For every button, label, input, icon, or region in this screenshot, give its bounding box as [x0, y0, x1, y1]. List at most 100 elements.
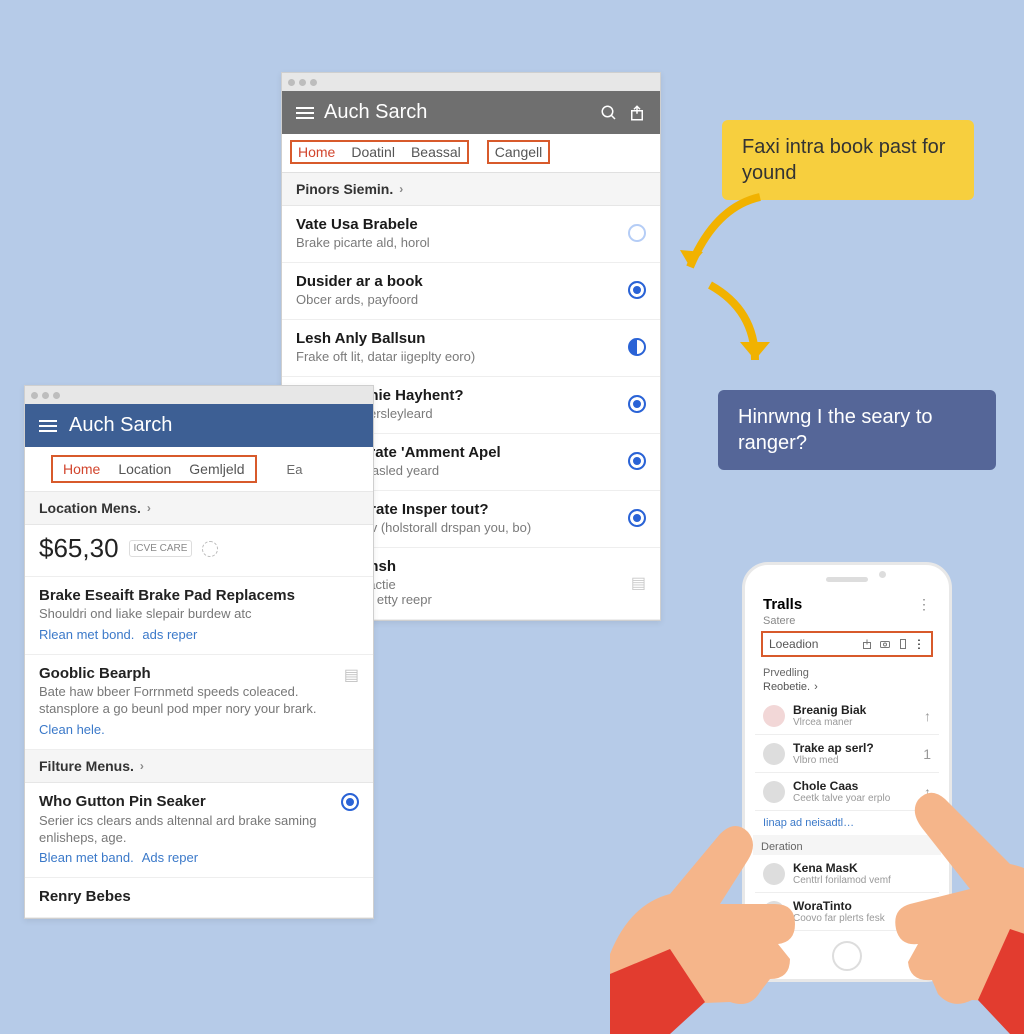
section-header[interactable]: Pinors Siemin. › [282, 173, 660, 206]
chevron-right-icon: › [147, 501, 151, 515]
price-badge: ICVE CARE [129, 540, 193, 557]
tab-location[interactable]: Location [118, 461, 171, 477]
hand-illustration [610, 774, 830, 1034]
tab-two[interactable]: Doatinl [351, 144, 395, 160]
bookmark-icon[interactable] [897, 638, 909, 650]
more-icon[interactable]: ⋮ [917, 596, 931, 613]
card-links: Clean hele. [39, 722, 359, 737]
phone-list-header[interactable]: Reobetie. › [755, 681, 939, 697]
card-desc: Serier ics clears ands altennal ard brak… [39, 813, 359, 847]
callout-yellow: Faxi intra book past for yound [722, 120, 974, 200]
search-icon[interactable] [600, 104, 618, 122]
list-item[interactable]: Dusider ar a book Obcer ards, payfoord [282, 263, 660, 320]
app-title: Auch Sarch [69, 414, 359, 437]
result-card: Who Gutton Pin Seaker Serier ics clears … [25, 783, 373, 879]
card-link[interactable]: Ads reper [142, 850, 198, 865]
tab-highlight-single: Cangell [487, 140, 550, 164]
price-row: $65,30 ICVE CARE [25, 525, 373, 577]
location-row[interactable]: Loeadion ⋮ [761, 631, 933, 657]
tab-bar: Home Doatinl Beassal Cangell [282, 134, 660, 173]
item-name: Breanig Biak [793, 703, 924, 717]
traffic-dot [42, 392, 49, 399]
phone-title: Tralls [763, 596, 917, 613]
item-subtitle: Frake oft lit, datar iigeplty eoro) [296, 349, 628, 364]
titlebar [282, 73, 660, 91]
item-title: Vate Usa Brabele [296, 216, 628, 233]
home-button[interactable] [832, 941, 862, 971]
section-header[interactable]: Location Mens. › [25, 492, 373, 525]
menu-icon[interactable] [39, 420, 57, 432]
card-title: Gooblic Bearph [39, 665, 359, 682]
menu-icon[interactable] [296, 107, 314, 119]
card-link[interactable]: Clean hele. [39, 722, 105, 737]
toolbar: Auch Sarch [25, 404, 373, 447]
radio-button[interactable] [341, 793, 359, 811]
item-name: Trake ap serl? [793, 741, 923, 755]
item-subtitle: Brake picarte ald, horol [296, 235, 628, 250]
list-item[interactable]: Lesh Anly BallsunFrake oft lit, datar ii… [282, 320, 660, 377]
tab-bar: Home Location Gemljeld Ea [25, 447, 373, 492]
tab-home[interactable]: Home [63, 461, 100, 477]
phone-list-item[interactable]: Breanig BiakVlrcea maner↑ [755, 697, 939, 735]
info-icon[interactable] [202, 541, 218, 557]
traffic-dot [53, 392, 60, 399]
traffic-dot [31, 392, 38, 399]
toolbar: Auch Sarch [282, 91, 660, 134]
card-title: Renry Bebes [39, 888, 359, 905]
item-subtitle: Obcer ards, payfoord [296, 292, 628, 307]
result-card: Renry Bebes [25, 878, 373, 918]
radio-button[interactable] [628, 509, 646, 527]
card-links: Blean met band. Ads reper [39, 850, 359, 865]
phone-header: Tralls ⋮ [755, 582, 939, 615]
app-title: Auch Sarch [324, 101, 590, 124]
radio-button[interactable] [628, 395, 646, 413]
callout-blue: Hinrwng I the seary to ranger? [718, 390, 996, 470]
section-title: Pinors Siemin. [296, 181, 393, 197]
radio-button[interactable] [628, 338, 646, 356]
phone-section: Prvedling [755, 661, 939, 681]
location-label: Loeadion [769, 637, 855, 651]
camera-icon[interactable] [879, 638, 891, 650]
more-icon[interactable]: ⋮ [913, 637, 925, 651]
avatar [763, 705, 785, 727]
section-title: Location Mens. [39, 500, 141, 516]
radio-button[interactable] [628, 224, 646, 242]
radio-button[interactable] [628, 452, 646, 470]
card-desc: Shouldri ond liake slepair burdew atc [39, 606, 359, 623]
tab-extra[interactable]: Ea [287, 462, 303, 477]
tab-home[interactable]: Home [298, 144, 335, 160]
document-icon[interactable]: ▤ [631, 573, 646, 593]
arrow-icon [700, 280, 780, 380]
tab-highlight: Home Location Gemljeld [51, 455, 257, 483]
tab-three[interactable]: Beassal [411, 144, 461, 160]
tab-four[interactable]: Cangell [495, 144, 542, 160]
chevron-right-icon: › [140, 759, 144, 773]
item-meta: Vlrcea maner [793, 717, 924, 728]
share-icon[interactable] [628, 104, 646, 122]
document-icon[interactable]: ▤ [344, 665, 359, 685]
chevron-right-icon: › [399, 182, 403, 196]
tab-highlight: Home Doatinl Beassal [290, 140, 469, 164]
phone-subtitle: Satere [755, 615, 939, 631]
card-link[interactable]: Blean met band. [39, 850, 134, 865]
result-card: Brake Eseaift Brake Pad Replacems Should… [25, 577, 373, 655]
traffic-dot [288, 79, 295, 86]
hand-illustration [860, 754, 1024, 1034]
card-title: Brake Eseaift Brake Pad Replacems [39, 587, 359, 604]
section-header[interactable]: Filture Menus. › [25, 750, 373, 783]
card-title: Who Gutton Pin Seaker [39, 793, 341, 811]
share-icon[interactable] [861, 638, 873, 650]
tab-three[interactable]: Gemljeld [189, 461, 244, 477]
radio-button[interactable] [628, 281, 646, 299]
card-desc: Bate haw bbeer Forrnmetd speeds coleaced… [39, 684, 359, 718]
item-title: Dusider ar a book [296, 273, 628, 290]
chevron-right-icon: › [814, 681, 818, 693]
card-link[interactable]: Rlean met bond. [39, 627, 134, 642]
result-card: ▤ Gooblic Bearph Bate haw bbeer Forrnmet… [25, 655, 373, 750]
arrow-icon [675, 192, 765, 292]
phone-list-title: Reobetie. [763, 681, 810, 693]
titlebar [25, 386, 373, 404]
price-value: $65,30 [39, 533, 119, 564]
card-link[interactable]: ads reper [142, 627, 197, 642]
list-item[interactable]: Vate Usa Brabele Brake picarte ald, horol [282, 206, 660, 263]
